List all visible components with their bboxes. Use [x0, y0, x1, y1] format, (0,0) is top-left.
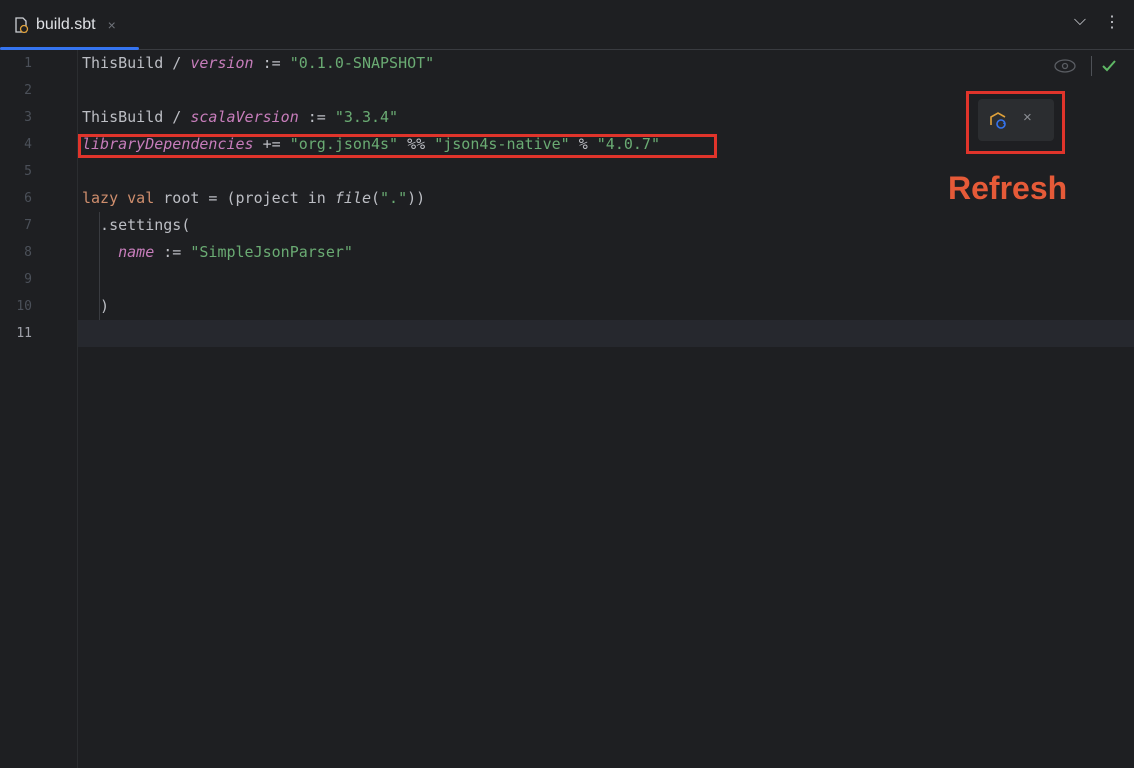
line-number: 6 — [24, 191, 32, 206]
tab-actions: ⌵ ⋮ — [1074, 12, 1120, 32]
line-number-current: 11 — [16, 326, 32, 341]
line-number: 10 — [16, 299, 32, 314]
tab-build-sbt[interactable]: build.sbt × — [0, 0, 139, 50]
tab-label: build.sbt — [36, 15, 96, 33]
current-line-highlight — [78, 320, 1134, 347]
sbt-file-icon — [12, 16, 30, 34]
dependency-highlight-box — [78, 134, 717, 158]
code-line-8[interactable]: name := "SimpleJsonParser" — [82, 239, 353, 266]
line-number-gutter: 1 2 3 4 5 6 7 8 9 10 11 — [0, 50, 78, 768]
eye-icon[interactable] — [1054, 59, 1076, 73]
line-number: 9 — [24, 272, 32, 287]
refresh-annotation-label: Refresh — [948, 170, 1068, 206]
more-options-icon[interactable]: ⋮ — [1104, 12, 1120, 32]
code-line-6[interactable]: lazy val root = (project in file(".")) — [82, 185, 425, 212]
code-line-1[interactable]: ThisBuild / version := "0.1.0-SNAPSHOT" — [82, 50, 434, 77]
line-number: 2 — [24, 83, 32, 98]
code-line-10[interactable]: ) — [82, 293, 109, 320]
code-line-7[interactable]: .settings( — [82, 212, 190, 239]
line-number: 4 — [24, 137, 32, 152]
editor-tab-bar: build.sbt × ⌵ ⋮ — [0, 0, 1134, 50]
refresh-highlight-box — [966, 91, 1065, 154]
tab-close-icon[interactable]: × — [108, 17, 116, 33]
code-line-3[interactable]: ThisBuild / scalaVersion := "3.3.4" — [82, 104, 398, 131]
chevron-down-icon[interactable]: ⌵ — [1074, 12, 1086, 32]
line-number: 5 — [24, 164, 32, 179]
check-icon[interactable] — [1101, 59, 1117, 73]
line-number: 7 — [24, 218, 32, 233]
line-number: 3 — [24, 110, 32, 125]
code-editor[interactable]: 1 2 3 4 5 6 7 8 9 10 11 ThisBuild / vers… — [0, 50, 1134, 768]
line-number: 8 — [24, 245, 32, 260]
divider — [1091, 56, 1092, 76]
line-number: 1 — [24, 56, 32, 71]
